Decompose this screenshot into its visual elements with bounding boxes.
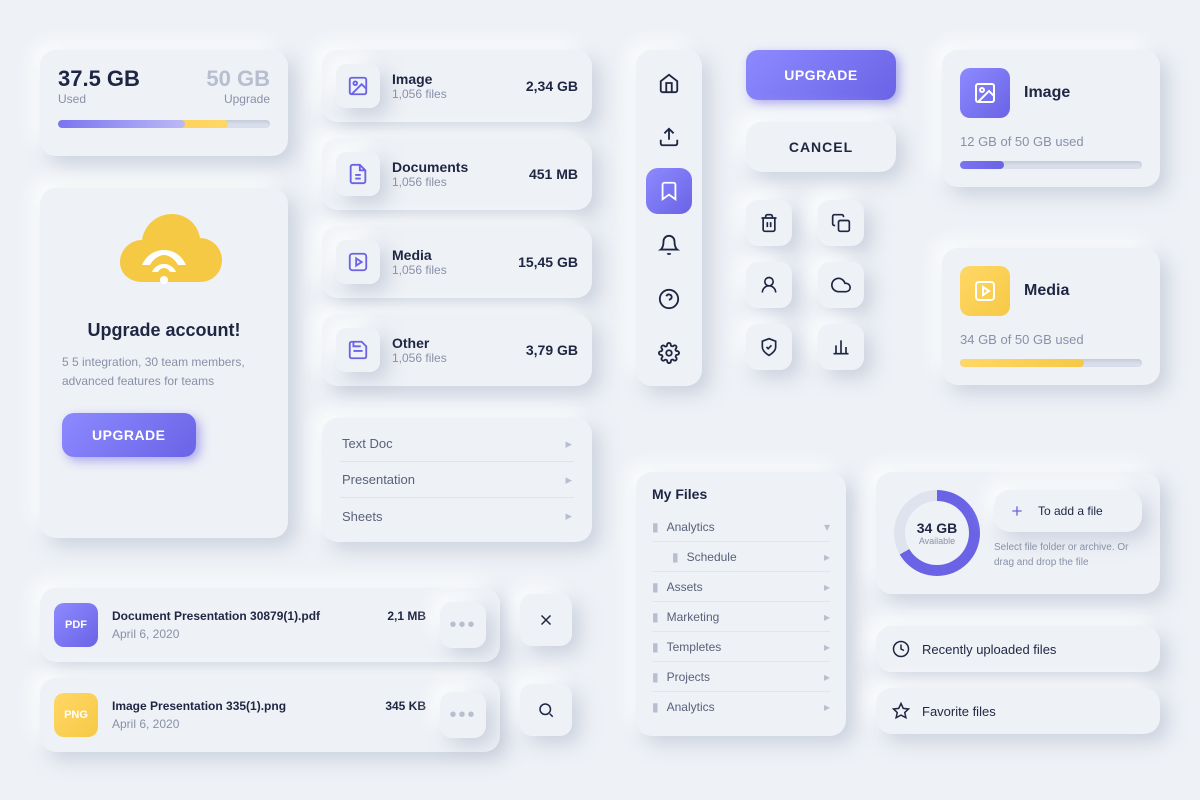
upgrade-account-card: Upgrade account! 5 5 integration, 30 tea… [40,188,288,538]
folder-analytics-2[interactable]: ▮Analytics▸ [652,692,830,722]
image-icon [960,68,1010,118]
usage-image-text: 12 GB of 50 GB used [960,134,1142,149]
category-name: Media [392,247,447,263]
category-size: 3,79 GB [526,342,578,358]
copy-icon[interactable] [818,200,864,246]
chart-icon[interactable] [818,324,864,370]
more-button[interactable]: ••• [440,692,486,738]
category-image[interactable]: Image 1,056 files 2,34 GB [322,50,592,122]
category-files: 1,056 files [392,87,447,101]
category-size: 451 MB [529,166,578,182]
search-button[interactable] [520,684,572,736]
folder-projects[interactable]: ▮Projects▸ [652,662,830,692]
doctype-presentation[interactable]: Presentation▸ [340,462,574,498]
category-size: 2,34 GB [526,78,578,94]
settings-icon[interactable] [646,330,692,376]
usage-media-card: Media 34 GB of 50 GB used [942,248,1160,385]
my-files-panel: My Files ▮Analytics▾ ▮Schedule▸ ▮Assets▸… [636,472,846,736]
storage-used-label: Used [58,92,140,106]
file-date: April 6, 2020 [112,627,426,641]
my-files-title: My Files [652,486,830,502]
bell-icon[interactable] [646,222,692,268]
add-file-hint: Select file folder or archive. Or drag a… [994,540,1142,570]
category-media[interactable]: Media 1,056 files 15,45 GB [322,226,592,298]
vertical-nav [636,50,702,386]
doctype-text[interactable]: Text Doc▸ [340,426,574,462]
help-icon[interactable] [646,276,692,322]
trash-icon[interactable] [746,200,792,246]
png-badge: PNG [54,693,98,737]
image-icon [336,64,380,108]
pdf-badge: PDF [54,603,98,647]
bookmark-icon[interactable] [646,168,692,214]
upgrade-action-button[interactable]: UPGRADE [746,50,896,100]
category-documents[interactable]: Documents 1,056 files 451 MB [322,138,592,210]
clock-icon [892,640,910,658]
cloud-wifi-icon [104,212,224,302]
category-size: 15,45 GB [518,254,578,270]
folder-assets[interactable]: ▮Assets▸ [652,572,830,602]
available-value: 34 GB [917,520,957,536]
save-icon [336,328,380,372]
upgrade-button[interactable]: UPGRADE [62,413,196,457]
storage-card: 37.5 GB Used 50 GB Upgrade [40,50,288,156]
upload-icon[interactable] [646,114,692,160]
storage-total-label: Upgrade [224,92,270,106]
usage-media-text: 34 GB of 50 GB used [960,332,1142,347]
storage-total-value: 50 GB [206,66,270,92]
cloud-icon[interactable] [818,262,864,308]
category-name: Documents [392,159,468,175]
folder-marketing[interactable]: ▮Marketing▸ [652,602,830,632]
usage-image-title: Image [1024,84,1070,102]
plus-icon [1004,498,1030,524]
usage-image-card: Image 12 GB of 50 GB used [942,50,1160,187]
upgrade-title: Upgrade account! [62,320,266,341]
folder-templetes[interactable]: ▮Templetes▸ [652,632,830,662]
file-name: Document Presentation 30879(1).pdf [112,609,320,623]
category-name: Image [392,71,447,87]
play-icon [336,240,380,284]
file-name: Image Presentation 335(1).png [112,699,286,713]
storage-used-value: 37.5 GB [58,66,140,92]
close-button[interactable] [520,594,572,646]
more-button[interactable]: ••• [440,602,486,648]
available-panel: 34 GB Available To add a file Select fil… [876,472,1160,594]
category-files: 1,056 files [392,351,447,365]
category-files: 1,056 files [392,175,468,189]
user-icon[interactable] [746,262,792,308]
file-row-png[interactable]: PNG Image Presentation 335(1).png 345 KB… [40,678,500,752]
upgrade-desc: 5 5 integration, 30 team members, advanc… [62,353,266,391]
document-icon [336,152,380,196]
file-size: 345 KB [385,699,426,713]
category-name: Other [392,335,447,351]
file-size: 2,1 MB [387,609,426,623]
cancel-action-button[interactable]: CANCEL [746,122,896,172]
available-label: Available [919,536,955,546]
play-icon [960,266,1010,316]
category-files: 1,056 files [392,263,447,277]
favorite-files-link[interactable]: Favorite files [876,688,1160,734]
doc-types-list: Text Doc▸ Presentation▸ Sheets▸ [322,418,592,542]
doctype-sheets[interactable]: Sheets▸ [340,498,574,534]
file-date: April 6, 2020 [112,717,426,731]
usage-media-title: Media [1024,282,1069,300]
recent-files-link[interactable]: Recently uploaded files [876,626,1160,672]
shield-icon[interactable] [746,324,792,370]
add-file-button[interactable]: To add a file [994,490,1142,532]
category-other[interactable]: Other 1,056 files 3,79 GB [322,314,592,386]
folder-analytics[interactable]: ▮Analytics▾ [652,512,830,542]
storage-ring: 34 GB Available [894,490,980,576]
home-icon[interactable] [646,60,692,106]
file-row-pdf[interactable]: PDF Document Presentation 30879(1).pdf 2… [40,588,500,662]
star-icon [892,702,910,720]
folder-schedule[interactable]: ▮Schedule▸ [652,542,830,572]
